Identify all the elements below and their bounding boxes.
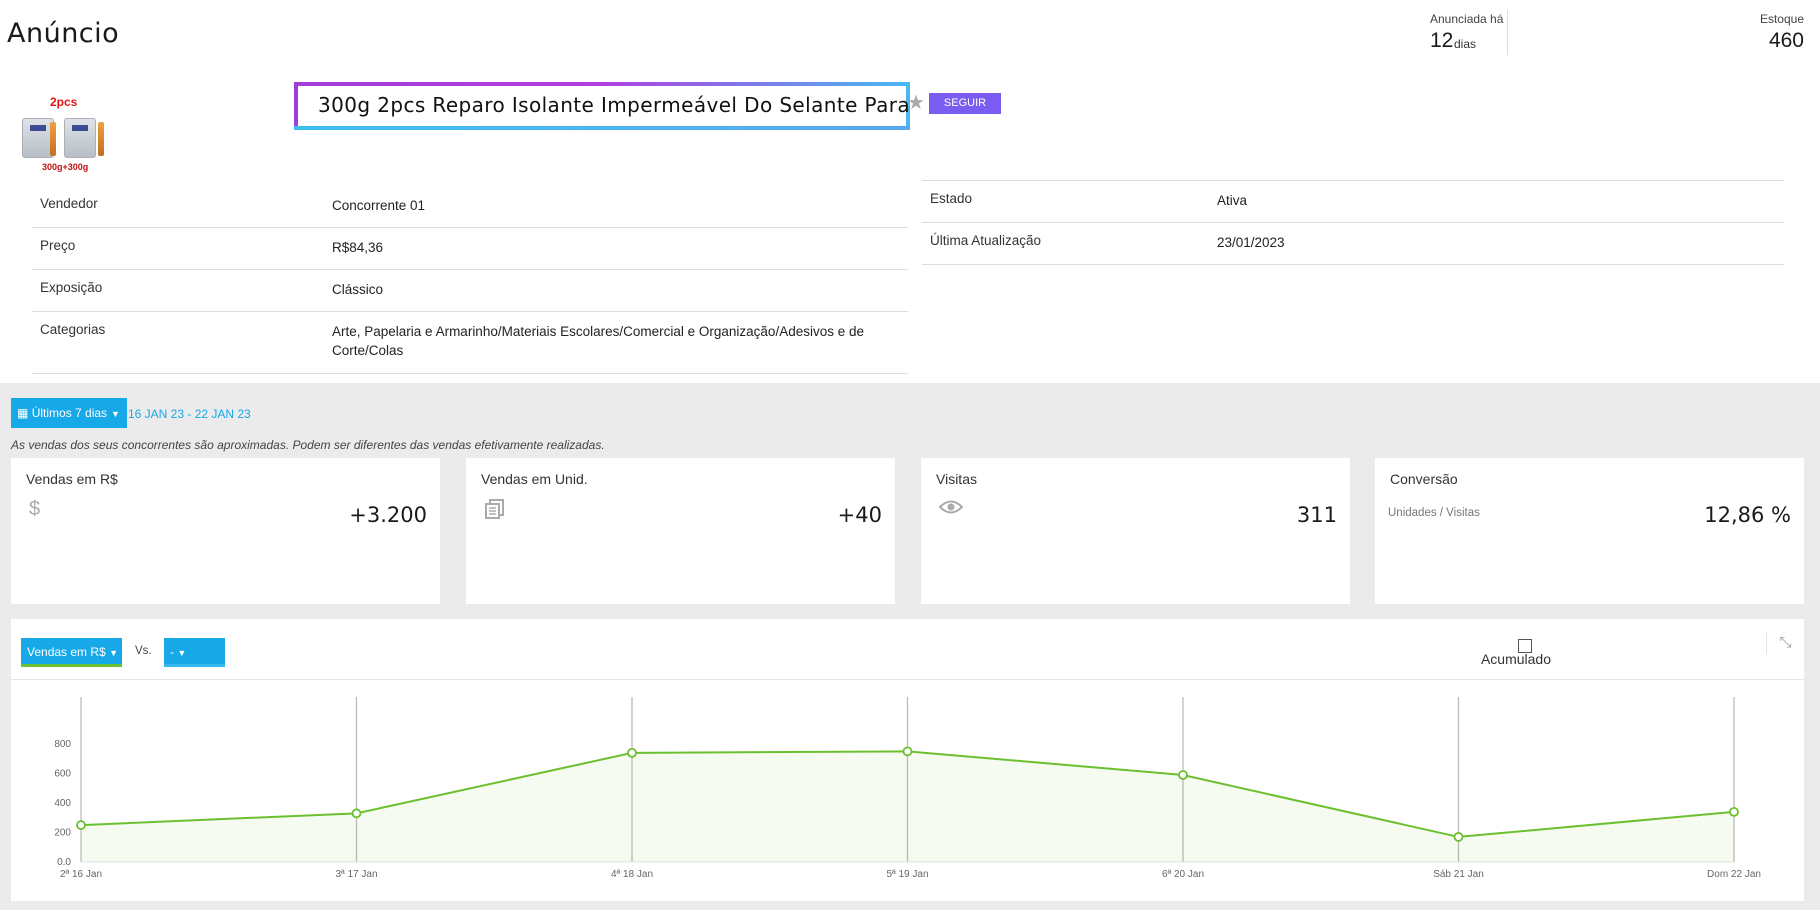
detail-row-categories: Categorias Arte, Papelaria e Armarinho/M…: [32, 312, 908, 374]
y-tick-label: 600: [54, 769, 71, 780]
listed-days-label: Anunciada há: [1430, 12, 1504, 26]
data-point: [351, 808, 362, 819]
card-title: Conversão: [1390, 471, 1458, 487]
stack-icon: [484, 498, 506, 526]
dollar-icon: $: [29, 498, 41, 520]
compare-label: -: [170, 645, 174, 659]
y-tick-label: 800: [54, 739, 71, 750]
period-label: Últimos 7 dias: [31, 406, 108, 420]
accumulated-label: Acumulado: [1480, 651, 1551, 667]
detail-key: Preço: [40, 238, 76, 253]
jar-graphic: [64, 118, 96, 158]
chevron-down-icon: ▼: [111, 409, 120, 419]
x-tick-label: 2ª 16 Jan: [60, 869, 102, 880]
listing-header-section: Anúncio Anunciada há 12 dias Estoque 460…: [0, 0, 1820, 383]
metric-label: Vendas em R$: [27, 645, 106, 659]
data-point: [627, 747, 637, 758]
y-tick-label: 400: [54, 798, 71, 809]
sales-chart: 0.0 200 400 600 800 2ª 16 Jan 3ª 17 Jan 4ª 18 J…: [54, 697, 1761, 880]
card-title: Vendas em Unid.: [481, 471, 588, 487]
card-value: 12,86 %: [1704, 503, 1791, 527]
card-title: Visitas: [936, 471, 977, 487]
tube-graphic: [98, 122, 104, 156]
detail-key: Estado: [930, 191, 973, 206]
data-point: [1729, 806, 1739, 817]
x-tick-label: 6ª 20 Jan: [1162, 869, 1204, 880]
card-subtitle: Unidades / Visitas: [1388, 507, 1480, 519]
follow-button[interactable]: SEGUIR: [929, 93, 1001, 114]
card-value: 311: [1296, 503, 1337, 527]
product-title-box: 300g 2pcs Reparo Isolante Impermeável Do…: [294, 82, 910, 130]
card-value: +3.200: [349, 503, 427, 527]
seller-link[interactable]: Concorrente 01: [332, 196, 902, 215]
product-image: 2pcs 300g+300g: [20, 94, 110, 174]
listed-days-stat: Anunciada há 12 dias: [1420, 10, 1508, 55]
stock-stat: Estoque 460: [1760, 10, 1804, 53]
listed-days-value: 12: [1430, 29, 1454, 52]
x-tick-label: 4ª 18 Jan: [611, 869, 653, 880]
data-point: [76, 820, 86, 831]
detail-value: Clássico: [332, 282, 384, 297]
expand-icon[interactable]: ⤡: [1766, 632, 1804, 654]
chart-panel: Vendas em R$ ▼ Vs. - ▼ Acumulado ⤡ 0.0 20…: [11, 619, 1804, 901]
visits-card: Visitas 311: [921, 458, 1350, 604]
detail-key: Categorias: [40, 322, 106, 337]
x-tick-label: Sáb 21 Jan: [1433, 869, 1484, 880]
disclaimer-text: As vendas dos seus concorrentes são apro…: [11, 438, 605, 452]
detail-value: Arte, Papelaria e Armarinho/Materiais Es…: [332, 324, 864, 358]
sales-units-card: Vendas em Unid. +40: [466, 458, 895, 604]
card-title: Vendas em R$: [26, 471, 118, 487]
detail-value: Ativa: [1217, 193, 1248, 208]
detail-key: Vendedor: [40, 196, 98, 211]
stock-label: Estoque: [1759, 12, 1804, 26]
calendar-icon: ▦: [17, 406, 29, 420]
detail-row-price: Preço R$84,36: [32, 228, 908, 270]
data-point: [1453, 832, 1464, 842]
detail-value: R$84,36: [332, 240, 384, 255]
series-area: [81, 751, 1734, 862]
chevron-down-icon: ▼: [177, 648, 187, 658]
detail-key: Última Atualização: [930, 233, 1042, 248]
detail-row-exposure: Exposição Clássico: [32, 270, 908, 312]
metrics-section: ▦ Últimos 7 dias ▼ 16 JAN 23 - 22 JAN 23 …: [0, 383, 1820, 910]
details-table-left: Vendedor Concorrente 01 Preço R$84,36 Ex…: [32, 186, 908, 374]
card-value: +40: [837, 503, 882, 527]
x-tick-label: 5ª 19 Jan: [886, 869, 928, 880]
period-range: 16 JAN 23 - 22 JAN 23: [128, 407, 251, 421]
detail-row-state: Estado Ativa: [922, 181, 1784, 223]
sales-revenue-card: Vendas em R$ $ +3.200: [11, 458, 440, 604]
x-tick-label: Dom 22 Jan: [1707, 869, 1761, 880]
tube-graphic: [50, 122, 56, 156]
detail-value: 23/01/2023: [1217, 235, 1285, 250]
detail-row-seller: Vendedor Concorrente 01: [32, 186, 908, 228]
chevron-down-icon: ▼: [109, 648, 118, 658]
listed-days-unit: dias: [1454, 37, 1477, 51]
metric-dropdown[interactable]: Vendas em R$ ▼: [21, 638, 122, 667]
conversion-card: Conversão Unidades / Visitas 12,86 %: [1375, 458, 1804, 604]
eye-icon: [938, 498, 964, 522]
detail-row-last-update: Última Atualização 23/01/2023: [922, 223, 1784, 265]
product-image-weight: 300g+300g: [42, 162, 89, 172]
stock-value: 460: [1768, 29, 1804, 52]
period-dropdown[interactable]: ▦ Últimos 7 dias ▼: [11, 398, 127, 428]
accumulated-checkbox[interactable]: [1518, 639, 1532, 653]
data-point: [902, 746, 913, 757]
y-tick-label: 0.0: [57, 857, 71, 868]
product-image-tag: 2pcs: [50, 95, 78, 109]
star-icon[interactable]: ★: [907, 90, 925, 115]
details-table-right: Estado Ativa Última Atualização 23/01/20…: [922, 180, 1784, 265]
page-title: Anúncio: [7, 18, 120, 49]
compare-dropdown[interactable]: - ▼: [164, 638, 225, 667]
detail-key: Exposição: [40, 280, 103, 295]
x-tick-label: 3ª 17 Jan: [335, 869, 377, 880]
data-point: [1178, 770, 1188, 780]
y-tick-label: 200: [54, 828, 71, 839]
vs-label: Vs.: [135, 645, 152, 657]
product-title: 300g 2pcs Reparo Isolante Impermeável Do…: [318, 93, 911, 117]
